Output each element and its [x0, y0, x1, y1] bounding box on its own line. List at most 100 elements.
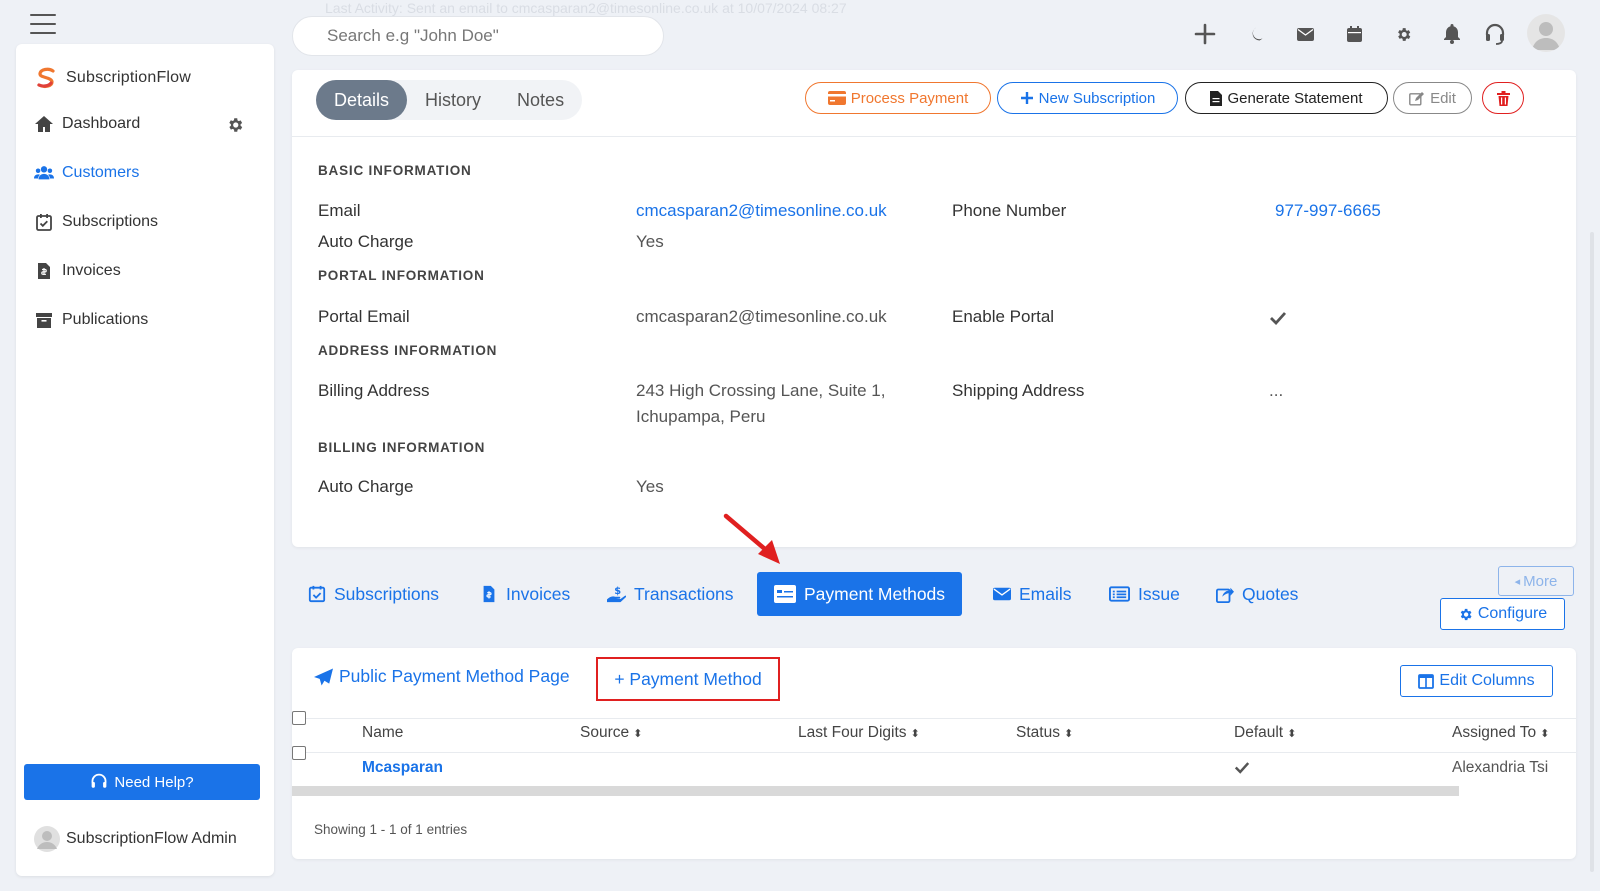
calendar-check-icon: [36, 214, 52, 231]
search-input[interactable]: [292, 16, 664, 56]
tab-notes[interactable]: Notes: [499, 80, 582, 120]
subtab-label: Quotes: [1242, 583, 1299, 604]
subtab-transactions[interactable]: $ Transactions: [606, 572, 734, 616]
subtab-emails[interactable]: Emails: [993, 572, 1072, 616]
calendar-check-icon: [308, 585, 326, 603]
plus-icon: [1020, 92, 1033, 104]
tab-history[interactable]: History: [407, 80, 499, 120]
need-help-button[interactable]: Need Help?: [24, 764, 260, 800]
credit-card-icon: [827, 91, 846, 105]
gear-icon: [1460, 608, 1472, 620]
trash-icon: [1496, 90, 1510, 106]
horizontal-scrollbar[interactable]: [292, 786, 1459, 796]
column-header-default[interactable]: Default ⬍: [1234, 724, 1296, 742]
generate-statement-label: Generate Statement: [1227, 89, 1363, 107]
subtab-label: Transactions: [634, 583, 734, 604]
sort-icon: ⬍: [1063, 727, 1074, 740]
caret-left-icon: ◂: [1514, 575, 1521, 588]
sort-icon: ⬍: [633, 727, 643, 740]
home-icon: [35, 116, 53, 132]
dark-mode-moon-icon[interactable]: [1244, 22, 1268, 46]
checkmark-icon: [1269, 311, 1287, 325]
sidebar-item-customers[interactable]: Customers: [34, 161, 139, 185]
delete-button[interactable]: [1482, 82, 1524, 114]
calendar-icon[interactable]: [1342, 22, 1366, 46]
user-avatar[interactable]: [1527, 14, 1565, 52]
column-header-source[interactable]: Source ⬍: [580, 724, 642, 742]
sidebar-item-invoices[interactable]: Invoices: [34, 259, 121, 283]
edit-button[interactable]: Edit: [1393, 82, 1472, 114]
more-button[interactable]: ◂ More: [1498, 566, 1574, 596]
mail-icon: [993, 587, 1011, 601]
billing-auto-charge-label: Auto Charge: [318, 477, 414, 496]
public-payment-method-page-link[interactable]: Public Payment Method Page: [314, 666, 570, 687]
section-portal-information: PORTAL INFORMATION: [318, 268, 485, 283]
generate-statement-button[interactable]: Generate Statement: [1185, 82, 1388, 114]
page-vertical-scrollbar[interactable]: [1590, 232, 1594, 872]
billing-address-label: Billing Address: [318, 381, 430, 400]
avatar-icon: [34, 826, 60, 852]
document-icon: [1210, 90, 1223, 106]
subtab-issue[interactable]: Issue: [1109, 572, 1180, 616]
portal-email-value: cmcasparan2@timesonline.co.uk: [636, 307, 887, 326]
process-payment-button[interactable]: Process Payment: [805, 82, 991, 114]
notifications-bell-icon[interactable]: [1440, 22, 1464, 46]
subtab-payment-methods[interactable]: Payment Methods: [757, 572, 963, 616]
column-header-assigned-to[interactable]: Assigned To ⬍: [1452, 724, 1549, 742]
add-icon[interactable]: [1193, 22, 1217, 46]
column-header-name[interactable]: Name: [362, 724, 403, 742]
brand[interactable]: SubscriptionFlow: [34, 66, 191, 90]
billing-address-line1: 243 High Crossing Lane, Suite 1,: [636, 381, 886, 400]
payment-methods-panel: Public Payment Method Page + Payment Met…: [292, 648, 1576, 859]
subtab-invoices[interactable]: Invoices: [480, 572, 570, 616]
shipping-address-value: ...: [1269, 381, 1284, 400]
settings-gear-icon[interactable]: [1391, 22, 1415, 46]
row-checkbox[interactable]: [292, 746, 306, 760]
payment-method-assigned-to: Alexandria Tsi: [1452, 759, 1549, 776]
menu-toggle-icon[interactable]: [30, 14, 56, 34]
portal-email-label: Portal Email: [318, 307, 410, 326]
subtab-quotes[interactable]: Quotes: [1216, 572, 1298, 616]
invoice-icon: [38, 263, 50, 279]
subtab-subscriptions[interactable]: Subscriptions: [308, 572, 439, 616]
payment-method-name-link[interactable]: Mcasparan: [362, 759, 443, 777]
sidebar-item-label: Dashboard: [62, 115, 141, 132]
subscriptionflow-logo-icon: [37, 67, 55, 89]
edit-pencil-icon: [1409, 91, 1425, 105]
users-icon: [34, 166, 54, 180]
tab-details[interactable]: Details: [316, 80, 408, 120]
billing-address-line2: Ichupampa, Peru: [636, 407, 766, 426]
sort-icon: ⬍: [910, 727, 920, 740]
subtab-label: Subscriptions: [334, 583, 440, 604]
configure-button[interactable]: Configure: [1440, 598, 1565, 630]
brand-name: SubscriptionFlow: [66, 69, 192, 86]
sidebar-item-publications[interactable]: Publications: [34, 308, 148, 332]
mail-icon[interactable]: [1293, 22, 1317, 46]
section-billing-information: BILLING INFORMATION: [318, 440, 486, 455]
subtab-label: Issue: [1138, 583, 1180, 604]
dashboard-settings-gear-icon[interactable]: [226, 116, 244, 134]
sidebar-item-dashboard[interactable]: Dashboard: [34, 112, 140, 136]
column-header-last-four-digits[interactable]: Last Four Digits ⬍: [798, 724, 920, 742]
new-subscription-button[interactable]: New Subscription: [997, 82, 1178, 114]
annotation-arrow-icon: [722, 512, 784, 566]
column-header-status[interactable]: Status ⬍: [1016, 724, 1073, 742]
hand-dollar-icon: $: [607, 586, 626, 603]
list-alt-icon: [1109, 586, 1130, 602]
add-payment-method-button[interactable]: + Payment Method: [596, 657, 780, 701]
edit-columns-button[interactable]: Edit Columns: [1400, 665, 1553, 697]
phone-value[interactable]: 977-997-6665: [1275, 201, 1381, 221]
admin-profile[interactable]: SubscriptionFlow Admin: [34, 826, 237, 852]
billing-auto-charge-value: Yes: [636, 477, 664, 496]
public-page-label: Public Payment Method Page: [339, 666, 570, 686]
email-value[interactable]: cmcasparan2@timesonline.co.uk: [636, 201, 887, 221]
header-divider: [292, 136, 1576, 137]
auto-charge-value: Yes: [636, 232, 664, 251]
sidebar-item-subscriptions[interactable]: Subscriptions: [34, 210, 158, 234]
auto-charge-label: Auto Charge: [318, 232, 414, 251]
edit-columns-label: Edit Columns: [1439, 672, 1535, 689]
select-all-checkbox[interactable]: [292, 711, 306, 725]
need-help-label: Need Help?: [114, 773, 194, 791]
support-headset-icon[interactable]: [1483, 22, 1507, 46]
sidebar-item-label: Customers: [62, 164, 140, 181]
